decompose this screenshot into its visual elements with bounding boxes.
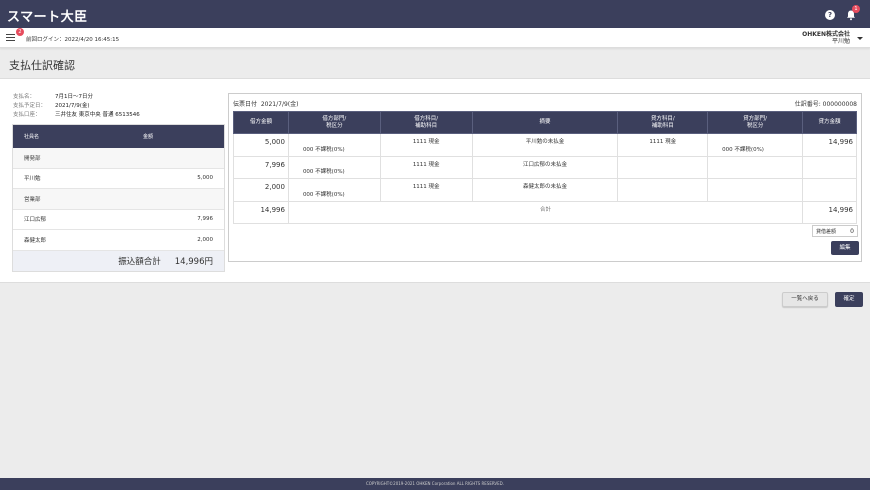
table-row: 7,996 000 不課税(0%) 1111 現金 江口広郁の未払金 xyxy=(233,155,858,179)
column-header-credit-amount: 貸方金額 xyxy=(801,111,858,134)
debit-dept-cell: 000 不課税(0%) xyxy=(287,133,381,157)
credit-account xyxy=(617,178,709,202)
summary: 平川勉の未払金 xyxy=(471,133,619,157)
credit-account: 1111 現金 xyxy=(617,133,709,157)
user-name: 平川勉 xyxy=(831,38,850,45)
top-bar: スマート大臣 ? 1 xyxy=(0,0,870,28)
summary: 森健太郎の未払金 xyxy=(471,178,619,202)
journal-header-row: 借方金額 借方部門/ 税区分 借方科目/ 補助科目 摘要 貸方科目/ 補助科目 … xyxy=(233,111,858,134)
footer: COPYRIGHT©2019-2021 OHKEN Corporation AL… xyxy=(0,478,870,490)
balance-difference-value: 0 xyxy=(850,227,854,235)
column-header-name: 社員名 xyxy=(24,134,40,140)
credit-amount: 14,996 xyxy=(801,133,858,157)
voucher-date: 伝票日付 2021/7/9(金) xyxy=(233,99,298,108)
employee-payment-table: 社員名 金額 開発部 平川勉 5,000 営業部 江口広郁 7,996 森健太郎 2,… xyxy=(12,124,225,272)
column-header-debit-amount: 借方金額 xyxy=(233,111,289,134)
info-label: 支払名： xyxy=(13,94,36,100)
account-info[interactable]: OHKEN株式会社 平川勉 xyxy=(802,31,850,45)
credit-amount xyxy=(801,178,858,202)
voucher-date-value: 2021/7/9(金) xyxy=(260,101,299,108)
company-name: OHKEN株式会社 xyxy=(802,31,850,38)
total-credit: 14,996 xyxy=(801,200,858,224)
debit-account: 1111 現金 xyxy=(379,155,473,179)
debit-amount: 7,996 xyxy=(233,155,289,179)
edit-button[interactable]: 編集 xyxy=(831,241,859,255)
debit-tax: 000 不課税(0%) xyxy=(302,191,345,198)
column-header-amount: 金額 xyxy=(143,134,154,140)
chevron-down-icon[interactable] xyxy=(857,37,863,40)
info-label: 支払予定日： xyxy=(13,103,47,109)
balance-difference-label: 貸借差額 xyxy=(816,228,837,235)
table-row: 平川勉 5,000 xyxy=(13,169,224,189)
sub-bar: 2 前回ログイン：2022/4/20 16:45:15 OHKEN株式会社 平川… xyxy=(0,28,870,48)
table-row: 5,000 000 不課税(0%) 1111 現金 平川勉の未払金 1111 現… xyxy=(233,133,858,157)
journal-number: 仕訳番号: 000000008 xyxy=(794,101,857,108)
total-row: 14,996 合計 14,996 xyxy=(233,200,858,224)
employee-name: 平川勉 xyxy=(24,176,41,183)
debit-dept-cell: 000 不課税(0%) xyxy=(287,155,381,179)
debit-tax: 000 不課税(0%) xyxy=(302,146,345,153)
table-row: 江口広郁 7,996 xyxy=(13,210,224,230)
debit-amount: 5,000 xyxy=(233,133,289,157)
transfer-total-label: 振込額合計 xyxy=(118,256,161,267)
column-header-credit-dept: 貸方部門/ 税区分 xyxy=(707,111,803,134)
debit-tax: 000 不課税(0%) xyxy=(302,169,345,175)
total-debit: 14,996 xyxy=(233,200,289,224)
page-title: 支払仕訳確認 xyxy=(9,59,75,72)
help-icon[interactable]: ? xyxy=(825,10,835,20)
credit-dept-cell: 000 不課税(0%) xyxy=(707,133,803,157)
last-login-text: 前回ログイン：2022/4/20 16:45:15 xyxy=(26,37,120,43)
total-label: 合計 xyxy=(287,200,803,224)
employee-amount: 5,000 xyxy=(197,175,213,182)
menu-badge: 2 xyxy=(16,28,24,36)
journal-entry-panel: 伝票日付 2021/7/9(金) 仕訳番号: 000000008 借方金額 借方… xyxy=(228,93,862,262)
column-header-debit-dept: 借方部門/ 税区分 xyxy=(287,111,381,134)
summary: 江口広郁の未払金 xyxy=(471,155,619,179)
journal-table: 借方金額 借方部門/ 税区分 借方科目/ 補助科目 摘要 貸方科目/ 補助科目 … xyxy=(233,111,858,224)
main-content: 支払名： 7月1日〜7日分 支払予定日： 2021/7/9(金) 支払口座： 三井住友… xyxy=(0,78,870,283)
column-header-summary: 摘要 xyxy=(471,111,619,134)
debit-dept-cell: 000 不課税(0%) xyxy=(287,178,381,202)
department-name: 営業部 xyxy=(24,196,41,203)
table-row: 2,000 000 不課税(0%) 1111 現金 森健太郎の未払金 xyxy=(233,178,858,202)
transfer-total-value: 14,996円 xyxy=(174,256,213,267)
credit-account xyxy=(617,155,709,179)
employee-name: 森健太郎 xyxy=(24,237,47,244)
column-header-debit-account: 借方科目/ 補助科目 xyxy=(379,111,473,134)
info-label: 支払口座： xyxy=(13,112,41,118)
credit-dept-cell xyxy=(707,155,803,179)
voucher-date-label: 伝票日付 xyxy=(233,101,258,108)
debit-amount: 2,000 xyxy=(233,178,289,202)
payment-info: 支払名： 7月1日〜7日分 支払予定日： 2021/7/9(金) 支払口座： 三井住友… xyxy=(13,93,140,120)
employee-name: 江口広郁 xyxy=(24,217,47,224)
info-value: 三井住友 東京中央 普通 6513546 xyxy=(55,112,140,118)
column-header-credit-account: 貸方科目/ 補助科目 xyxy=(617,111,709,134)
department-name: 開発部 xyxy=(24,155,41,162)
info-value: 2021/7/9(金) xyxy=(55,103,90,109)
employee-amount: 2,000 xyxy=(197,236,213,243)
info-value: 7月1日〜7日分 xyxy=(55,94,93,100)
debit-account: 1111 現金 xyxy=(379,133,473,157)
hamburger-menu-icon[interactable] xyxy=(6,34,15,42)
table-header: 社員名 金額 xyxy=(13,125,224,148)
department-row: 営業部 xyxy=(13,189,224,210)
back-to-list-button[interactable]: 一覧へ戻る xyxy=(782,292,828,307)
debit-account: 1111 現金 xyxy=(379,178,473,202)
confirm-button[interactable]: 確定 xyxy=(835,292,863,307)
table-row: 森健太郎 2,000 xyxy=(13,230,224,251)
department-row: 開発部 xyxy=(13,148,224,169)
credit-dept-cell xyxy=(707,178,803,202)
balance-difference: 貸借差額 0 xyxy=(812,225,858,237)
app-title[interactable]: スマート大臣 xyxy=(7,6,88,25)
transfer-total: 振込額合計 14,996円 xyxy=(13,250,224,271)
notification-badge: 1 xyxy=(852,5,860,13)
credit-tax: 000 不課税(0%) xyxy=(722,146,764,153)
credit-amount xyxy=(801,155,858,179)
employee-amount: 7,996 xyxy=(197,216,213,223)
